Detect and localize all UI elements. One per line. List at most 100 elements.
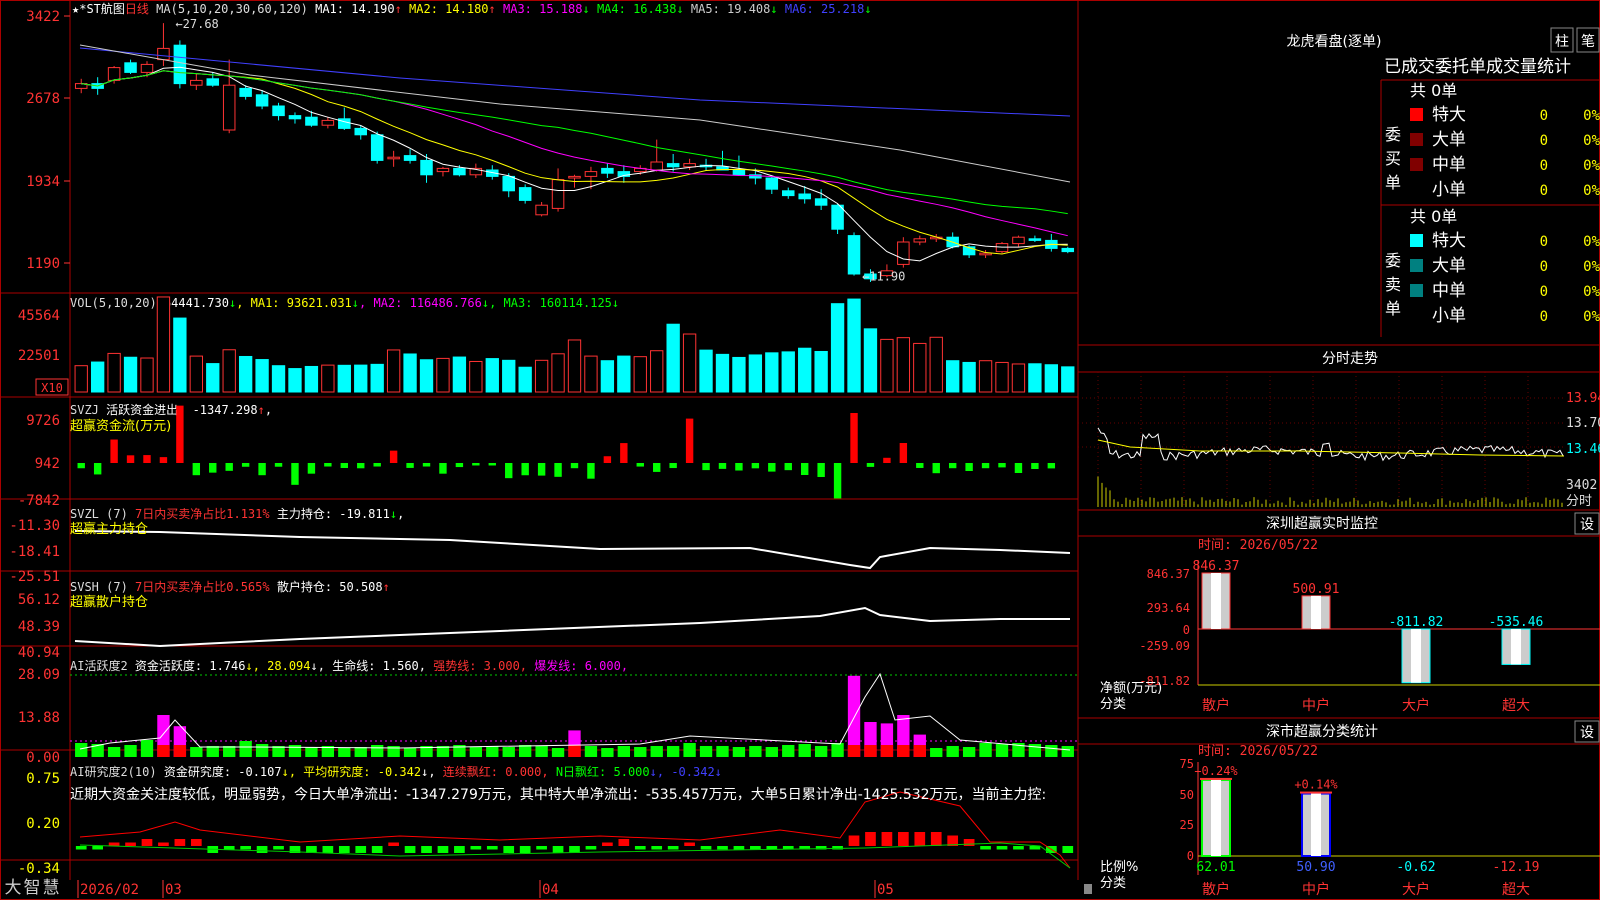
- research-bar: [634, 846, 646, 850]
- flow-bar: [225, 463, 233, 471]
- volume-bar: [666, 323, 680, 393]
- activity-bar: [995, 744, 1009, 757]
- price-tick: 13.94: [1566, 391, 1600, 406]
- order-type: 大单: [1432, 130, 1466, 150]
- activity-bar: [634, 747, 647, 757]
- axis-label: 分类: [1100, 697, 1126, 712]
- svsh-pane: SVSH (7) 7日内买卖净占比0.565% 散户持仓: 50.508↑: [70, 579, 1070, 648]
- flow-bar: [833, 463, 842, 499]
- category-label: 中户: [1302, 881, 1330, 898]
- candle: [206, 78, 220, 86]
- volume-bar: [682, 333, 697, 393]
- flow-bar: [981, 463, 990, 469]
- button-label: 笔: [1581, 34, 1595, 50]
- y-tick: 9726: [26, 413, 60, 429]
- flow-bar: [537, 463, 546, 476]
- flow-bar: [735, 463, 743, 471]
- volume-bar: [913, 342, 927, 393]
- flow-bar: [702, 463, 710, 471]
- research-bar: [421, 846, 432, 853]
- order-count: 共 0单: [1410, 207, 1457, 226]
- vertical-label: 卖: [1385, 275, 1401, 294]
- volume-bar: [386, 349, 401, 393]
- activity-bar: [107, 747, 121, 757]
- flow-bar: [143, 455, 151, 463]
- y-tick: -259.09: [1139, 639, 1190, 653]
- activity-bar: [239, 741, 252, 757]
- volume-bar: [238, 355, 253, 393]
- activity-bar: [946, 746, 959, 757]
- volume-bar: [946, 360, 960, 393]
- activity-bar: [798, 744, 811, 757]
- volume-bar: [485, 358, 499, 393]
- bar-highlight: [1411, 629, 1421, 683]
- bar-highlight: [1211, 573, 1221, 629]
- vertical-label: 单: [1385, 173, 1401, 192]
- y-tick: 3422: [26, 9, 60, 25]
- volume-bar: [419, 359, 434, 393]
- volume-bar: [1011, 363, 1026, 393]
- legend-text: AI活跃度2 资金活跃度: 1.746↓, 28.094↓, 生命线: 1.56…: [70, 658, 628, 673]
- volume-bar: [880, 338, 894, 393]
- flow-bar: [258, 463, 266, 476]
- panel-title: 深圳超赢实时监控: [1266, 515, 1378, 532]
- volume-bar: [715, 353, 730, 393]
- flow-bar: [241, 463, 250, 467]
- legend-text: SVSH (7) 7日内买卖净占比0.565% 散户持仓: 50.508↑: [70, 579, 390, 594]
- candle: [1028, 238, 1042, 241]
- research-bar: [552, 846, 564, 853]
- activity-bar: [157, 745, 170, 757]
- volume-tick: 3402: [1566, 478, 1597, 493]
- order-percent: 0%: [1583, 133, 1600, 149]
- activity-bar: [255, 744, 269, 757]
- activity-bar: [749, 746, 762, 757]
- activity-bar: [223, 746, 236, 757]
- flow-bar: [439, 463, 447, 474]
- research-bar: [371, 846, 383, 853]
- research-summary: 近期大资金关注度较低，明显弱势，今日大单净流出：-1347.279万元，其中特大…: [70, 786, 1046, 803]
- research-bar: [437, 846, 449, 853]
- panel-title: 深市超赢分类统计: [1266, 723, 1378, 740]
- flow-bar: [340, 463, 349, 468]
- candle: [650, 161, 663, 171]
- activity-bar: [716, 746, 729, 757]
- activity-bar: [617, 746, 630, 757]
- research-bar: [470, 846, 482, 850]
- bar-cap: [1200, 777, 1232, 780]
- button-label: 柱: [1555, 34, 1569, 50]
- research-bar: [125, 842, 136, 846]
- flow-bar: [291, 463, 299, 485]
- panel-title: 分时走势: [1322, 351, 1378, 367]
- lock-icon[interactable]: [1084, 884, 1092, 894]
- candle: [140, 63, 154, 73]
- volume-bar: [436, 357, 450, 393]
- order-percent: 0%: [1583, 259, 1600, 275]
- activity-bar: [486, 746, 499, 757]
- activity-bar: [140, 740, 154, 757]
- candle: [847, 235, 861, 275]
- research-bar: [914, 832, 926, 846]
- volume-bar: [995, 361, 1009, 393]
- flow-bar: [159, 457, 168, 463]
- category-label: 散户: [1202, 881, 1230, 898]
- activity-bar: [979, 743, 992, 757]
- activity-bar: [206, 746, 219, 757]
- y-tick: 56.12: [18, 592, 60, 608]
- candle: [255, 94, 269, 107]
- volume-bar: [929, 336, 943, 393]
- research-bar: [684, 842, 695, 846]
- activity-bar: [699, 746, 713, 757]
- trading-terminal: 3422 2678 1934 1190 ←27.68 ←11.90 ★*ST航图日线 MA(…: [0, 0, 1600, 900]
- volume-bar: [173, 317, 187, 393]
- order-type: 特大: [1432, 105, 1466, 125]
- flow-bar: [488, 463, 496, 466]
- pane-subtitle: 超赢散户持仓: [70, 594, 148, 610]
- flow-bar: [800, 463, 809, 475]
- volume-bar: [321, 364, 335, 393]
- data-label: 62.01: [1196, 860, 1235, 875]
- candle: [222, 84, 236, 131]
- y-tick: 75: [1180, 757, 1194, 771]
- candle: [288, 115, 302, 120]
- volume-bar: [107, 352, 121, 393]
- volume-bar: [798, 347, 812, 393]
